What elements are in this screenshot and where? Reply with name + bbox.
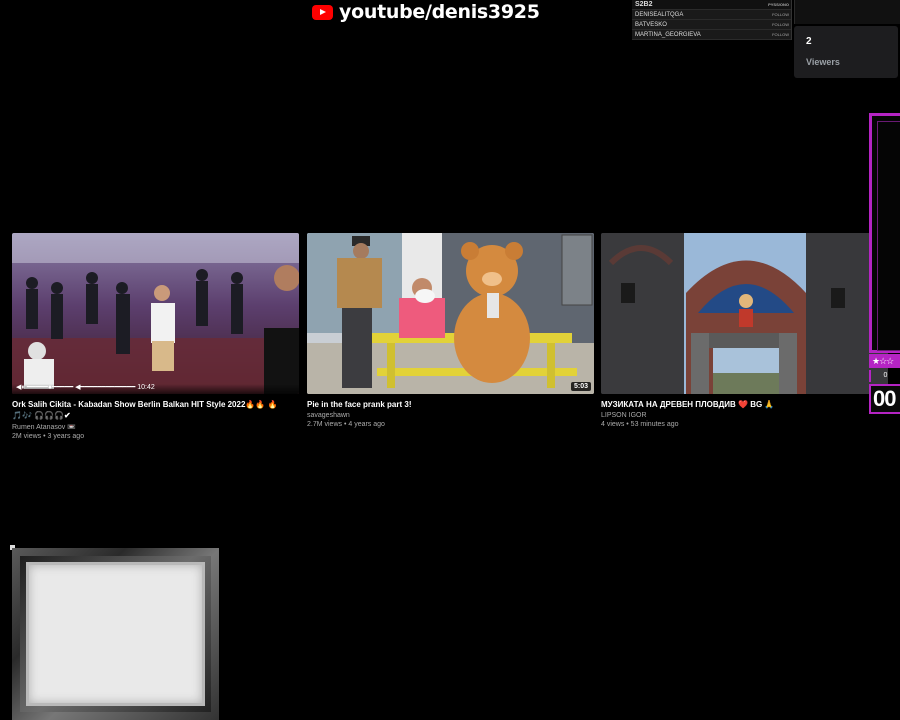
follower-name: DENISEALITQGA <box>635 11 684 18</box>
video-card[interactable]: МУЗИКАТА НА ДРЕВЕН ПЛОВДИВ ❤️ BG 🙏 LIPSO… <box>601 233 888 428</box>
thumbnail-teddy-bear-prank <box>307 233 594 394</box>
star-icon: ★☆☆ <box>869 354 900 368</box>
follower-row: BATVESKO FOLLOW <box>632 20 791 30</box>
picture-frame <box>12 548 219 720</box>
side-panel-frame <box>869 113 900 353</box>
video-thumbnail[interactable] <box>601 233 888 394</box>
video-title[interactable]: Pie in the face prank part 3! <box>307 399 594 410</box>
follower-row: DENISEALITQGA FOLLOW <box>632 10 791 20</box>
side-panel-timer: 00 <box>869 384 900 414</box>
follower-tag: FOLLOW <box>772 22 789 27</box>
thumbnail-church-arch <box>601 233 888 394</box>
viewers-widget-header <box>794 0 900 24</box>
channel-watermark: youtube/denis3925 <box>312 0 540 24</box>
side-panel-count: 0 <box>869 370 900 382</box>
video-duration: 5:03 <box>570 382 591 391</box>
picture-frame-canvas <box>26 562 205 706</box>
follower-list-header: S2B2 PYSS/ONO <box>632 0 791 10</box>
video-channel[interactable]: Rumen Atanasov 📼 <box>12 423 299 431</box>
player-controls[interactable]: ◀⏸ ━━━━━●━━━━━ ◀━━━━━━━━━━━━━ 10:42 <box>16 383 155 392</box>
channel-handle: youtube/denis3925 <box>339 1 540 23</box>
video-card[interactable]: ◀⏸ ━━━━━●━━━━━ ◀━━━━━━━━━━━━━ 10:42 Ork … <box>12 233 299 440</box>
follower-list-title: S2B2 <box>635 1 653 8</box>
youtube-logo-icon <box>312 4 333 20</box>
viewers-widget: 2 Viewers <box>794 26 898 78</box>
video-thumbnail[interactable]: ◀⏸ ━━━━━●━━━━━ ◀━━━━━━━━━━━━━ 10:42 <box>12 233 299 394</box>
follower-row: MARTINA_GEORGIEVA FOLLOW <box>632 30 791 40</box>
video-meta: 4 views • 53 minutes ago <box>601 421 679 428</box>
thumbnail-party-scene <box>12 233 299 394</box>
side-goal-panel: ★☆☆ 0 00 <box>869 113 900 414</box>
picture-frame-mat <box>20 556 211 712</box>
video-thumbnail[interactable]: 5:03 <box>307 233 594 394</box>
follower-list: S2B2 PYSS/ONO DENISEALITQGA FOLLOW BATVE… <box>632 0 792 40</box>
follower-name: BATVESKO <box>635 21 667 28</box>
follower-list-header-tag: PYSS/ONO <box>768 2 789 7</box>
video-meta: 2.7M views • 4 years ago <box>307 421 385 428</box>
viewer-label: Viewers <box>806 57 840 67</box>
video-title[interactable]: МУЗИКАТА НА ДРЕВЕН ПЛОВДИВ ❤️ BG 🙏 <box>601 399 888 410</box>
follower-tag: FOLLOW <box>772 12 789 17</box>
follower-tag: FOLLOW <box>772 32 789 37</box>
video-meta: 2M views • 3 years ago <box>12 433 85 440</box>
video-channel[interactable]: LIPSON IGOR <box>601 412 888 419</box>
video-channel[interactable]: savageshawn <box>307 412 594 419</box>
video-title[interactable]: Ork Salih Cikita - Kabadan Show Berlin B… <box>12 399 299 421</box>
follower-name: MARTINA_GEORGIEVA <box>635 31 701 38</box>
viewer-count: 2 <box>806 36 812 47</box>
video-card[interactable]: 5:03 Pie in the face prank part 3! savag… <box>307 233 594 428</box>
side-panel-inner <box>877 121 900 351</box>
